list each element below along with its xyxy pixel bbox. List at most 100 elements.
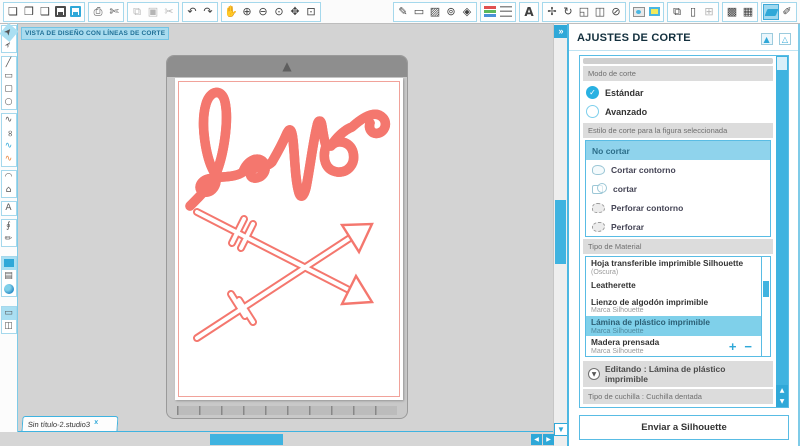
line-color-icon[interactable]	[484, 6, 496, 17]
material-row-plastic-sheet[interactable]: Lámina de plástico imprimible Marca Silh…	[586, 315, 761, 337]
fit-to-page-icon[interactable]: ⊡	[303, 4, 319, 20]
knife-icon[interactable]: ✐	[779, 4, 795, 20]
curve-tool-icon[interactable]: ∿	[2, 114, 16, 127]
material-list-scrollbar[interactable]	[761, 257, 770, 357]
material-sub: (Oscura)	[591, 268, 619, 276]
offset-icon[interactable]: ◈	[459, 4, 475, 20]
registration-marks-icon[interactable]: ▨	[427, 4, 443, 20]
draw-shape-tool-icon[interactable]: ∞	[2, 127, 15, 141]
copy-icon[interactable]: ⧉	[129, 4, 145, 20]
eraser-icon[interactable]	[763, 3, 779, 20]
zoom-in-icon[interactable]: ⊕	[239, 4, 255, 20]
save-icon[interactable]	[55, 6, 66, 17]
design-artwork[interactable]	[18, 24, 553, 432]
scale-icon[interactable]: ◱	[576, 4, 592, 20]
panel-scroll-down-button[interactable]: ▼	[776, 396, 788, 407]
vertical-scroll-thumb[interactable]	[555, 200, 566, 264]
zoom-selection-icon[interactable]: ⊙	[271, 4, 287, 20]
output-group: ⎙ ✄	[88, 1, 124, 22]
material-row-pressed-wood[interactable]: Madera prensada Marca Silhouette + −	[586, 336, 761, 356]
rectangle-tool-icon[interactable]: ▭	[2, 70, 16, 83]
material-row-leatherette[interactable]: Leatherette	[586, 277, 761, 296]
horizontal-scroll-left-button[interactable]: ◀	[531, 434, 542, 445]
rhinestone-icon[interactable]: ▩	[724, 4, 740, 20]
line-tool-icon[interactable]: ╱	[2, 57, 16, 70]
mirror-icon[interactable]: ◫	[592, 4, 608, 20]
panel-scrollbar[interactable]: ▲ ▼	[776, 56, 788, 407]
expand-panel-button[interactable]: »	[554, 25, 568, 38]
open-icon[interactable]: ❒	[21, 4, 37, 20]
material-scroll-thumb[interactable]	[763, 281, 769, 297]
polygon-tool-icon[interactable]: ⌂	[2, 184, 16, 197]
duplicate-page-icon[interactable]: ⧉	[669, 4, 685, 20]
smooth-freehand-tool-icon[interactable]: ∿	[2, 153, 16, 166]
send-to-silhouette-button[interactable]: Enviar a Silhouette	[579, 415, 789, 440]
zoom-out-icon[interactable]: ⊖	[255, 4, 271, 20]
cut-style-perforate-edge[interactable]: Perforar contorno	[586, 198, 770, 217]
material-row-cotton-canvas[interactable]: Lienzo de algodón imprimible Marca Silho…	[586, 296, 761, 316]
mode-standard-option[interactable]: ✓ Estándar	[582, 83, 774, 102]
design-page-settings-icon[interactable]: ✎	[395, 4, 411, 20]
arc-tool-icon[interactable]: ◠	[2, 171, 16, 184]
offset-page-icon[interactable]: ▯	[685, 4, 701, 20]
cut-icon[interactable]: ✂	[161, 4, 177, 20]
document-tab[interactable]: Sin título-2.studio3 x	[21, 416, 119, 431]
point-edit-tool-icon[interactable]: ➣	[0, 36, 18, 55]
save-to-library-icon[interactable]	[70, 6, 81, 17]
remove-material-button[interactable]: −	[740, 340, 756, 353]
split-window-icon[interactable]: ◫	[2, 320, 16, 333]
mode-advanced-option[interactable]: Avanzado	[582, 102, 774, 121]
undo-icon[interactable]: ↶	[184, 4, 200, 20]
text-tool-icon[interactable]: A	[2, 202, 16, 215]
editing-material-bar[interactable]: ▼ Editando : Lámina de plástico imprimib…	[583, 361, 773, 388]
drag-zoom-icon[interactable]: ✥	[287, 4, 303, 20]
redo-icon[interactable]: ↷	[200, 4, 216, 20]
pattern-fill-icon[interactable]: ▦	[740, 4, 756, 20]
radio-checked-icon[interactable]: ✓	[586, 86, 599, 99]
page-setup-icon[interactable]: ▭	[411, 4, 427, 20]
rounded-rectangle-tool-icon[interactable]: ▢	[2, 83, 16, 96]
open-recent-icon[interactable]: ❑	[37, 4, 53, 20]
ellipse-tool-icon[interactable]: ○	[2, 96, 16, 109]
library-panel-icon[interactable]	[1, 257, 16, 270]
design-canvas[interactable]: VISTA DE DISEÑO CON LÍNEAS DE CORTE ▲ Si…	[18, 24, 553, 432]
cut-style-perforate[interactable]: Perforar	[586, 217, 770, 236]
radio-unchecked-icon[interactable]	[586, 105, 599, 118]
paste-icon[interactable]: ▣	[145, 4, 161, 20]
cut-style-no-cut[interactable]: No cortar	[586, 141, 770, 160]
grid-icon[interactable]: ⊞	[701, 4, 717, 20]
shear-icon[interactable]: ⊘	[608, 4, 624, 20]
pencil-tool-icon[interactable]: ✏	[2, 233, 16, 246]
horizontal-scroll-thumb[interactable]	[210, 434, 283, 445]
line-style-icon[interactable]	[500, 6, 512, 17]
send-to-cutter-icon[interactable]: ✄	[106, 4, 122, 20]
move-icon[interactable]: ✢	[544, 4, 560, 20]
single-window-icon[interactable]: ▭	[1, 307, 16, 320]
print-icon[interactable]: ⎙	[90, 4, 106, 20]
pan-icon[interactable]: ✋	[223, 4, 239, 20]
text-style-icon[interactable]: A	[521, 4, 537, 20]
panel-scroll-thumb[interactable]	[777, 57, 787, 70]
collapse-outline-button[interactable]: △	[779, 33, 791, 45]
new-document-icon[interactable]: ❏	[5, 4, 21, 20]
canvas-vertical-scrollbar[interactable]: » ▼	[553, 24, 568, 446]
collapse-filled-button[interactable]: ▲	[760, 33, 773, 45]
editing-collapse-icon[interactable]: ▼	[588, 368, 600, 381]
horizontal-scroll-right-button[interactable]: ▶	[543, 434, 554, 445]
tab-close-icon[interactable]: x	[94, 419, 98, 426]
page-color-icon[interactable]	[649, 7, 660, 16]
blade-row: Cuchilla dentada Silhouette	[582, 406, 774, 407]
fill-color-icon[interactable]	[633, 6, 645, 17]
cut-style-cut-edge[interactable]: Cortar contorno	[586, 160, 770, 179]
trace-icon[interactable]: ⊚	[443, 4, 459, 20]
panel-scroll-up-button[interactable]: ▲	[776, 385, 788, 396]
freehand-tool-icon[interactable]: ∿	[2, 140, 16, 153]
cut-style-cut[interactable]: cortar	[586, 179, 770, 198]
add-material-button[interactable]: +	[725, 340, 741, 353]
vertical-scroll-down-button[interactable]: ▼	[554, 423, 568, 436]
store-globe-icon[interactable]	[2, 283, 16, 296]
library-book-icon[interactable]: ▤	[2, 270, 16, 283]
clip-tool-icon[interactable]: ∮	[2, 220, 16, 233]
material-row-transfer-sheet[interactable]: Hoja transferible imprimible Silhouette …	[586, 257, 761, 277]
rotate-icon[interactable]: ↻	[560, 4, 576, 20]
